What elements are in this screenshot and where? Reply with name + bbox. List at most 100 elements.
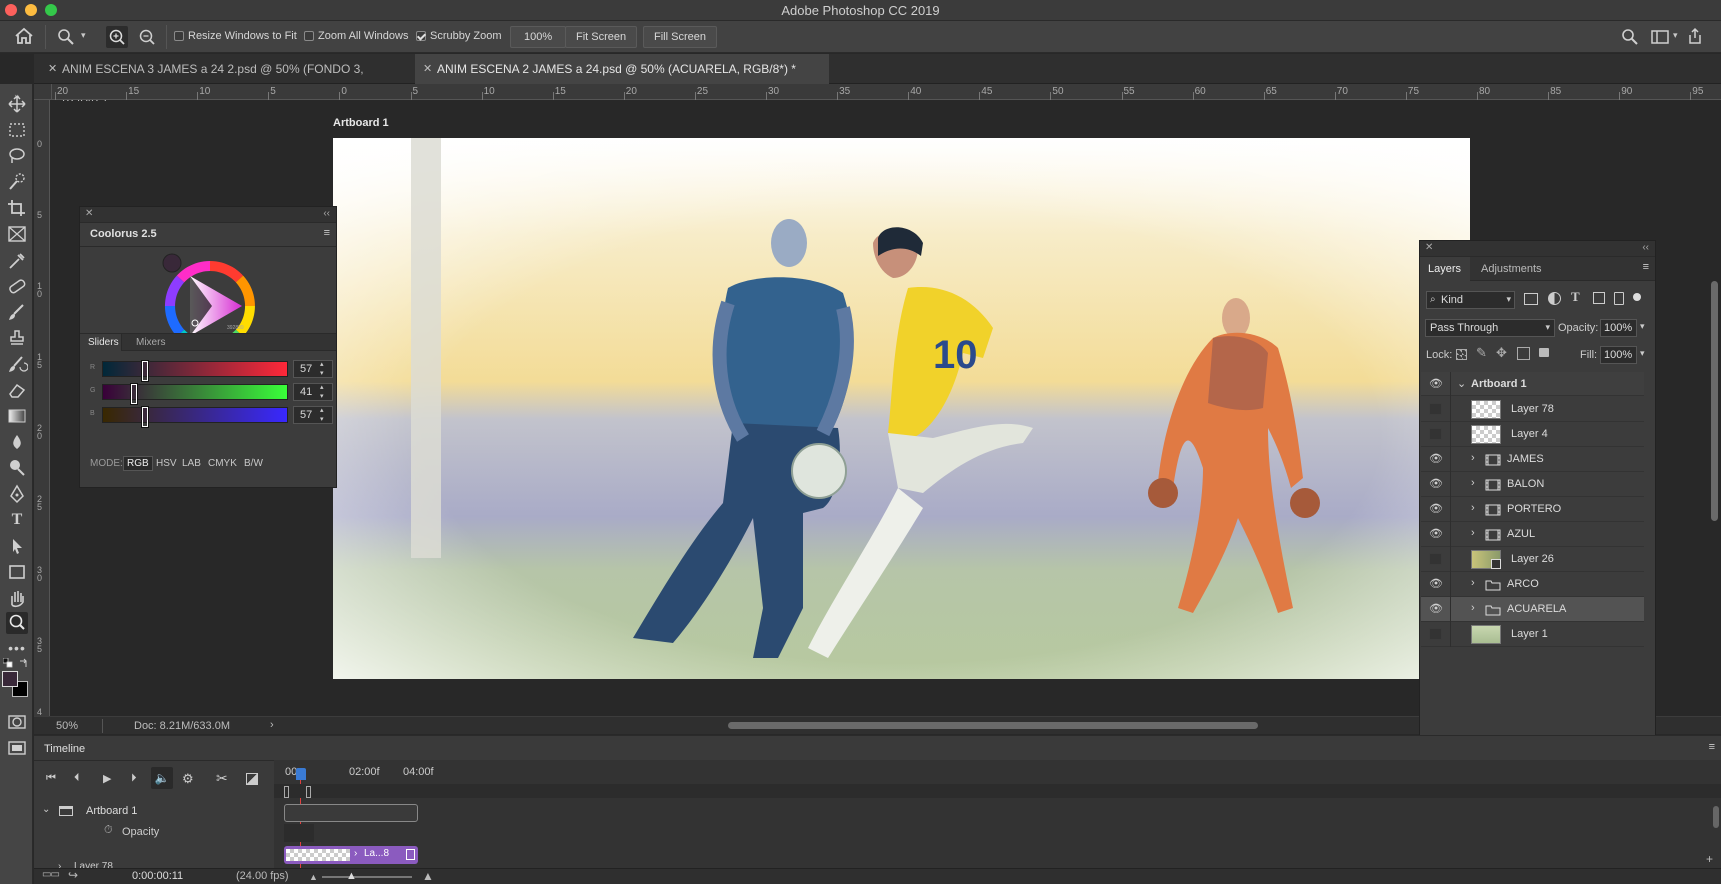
layer-row[interactable]: 👁 › PORTERO — [1421, 497, 1644, 522]
expand-chevron-icon[interactable]: › — [1471, 477, 1475, 489]
expand-chevron-icon[interactable]: › — [1471, 527, 1475, 539]
timeline-zoom-thumb[interactable]: ▲ — [346, 870, 357, 882]
mode-hsv-button[interactable]: HSV — [156, 458, 177, 469]
close-window-button[interactable] — [5, 4, 17, 16]
chevron-down-icon[interactable]: ▾ — [81, 30, 86, 41]
opacity-input[interactable]: 100% — [1600, 319, 1637, 337]
tab-adjustments[interactable]: Adjustments — [1481, 263, 1542, 275]
stopwatch-icon[interactable]: ⏱ — [104, 824, 113, 837]
green-value-input[interactable]: 41 — [293, 383, 333, 401]
green-stepper-icon[interactable]: ▴ ▾ — [320, 383, 324, 401]
frame-tool-icon[interactable] — [6, 224, 28, 244]
tab-document-2[interactable]: ✕ ANIM ESCENA 2 JAMES a 24.psd @ 50% (AC… — [415, 54, 829, 84]
red-slider-thumb[interactable] — [142, 361, 148, 381]
timeline-menu-icon[interactable]: ≡ — [1709, 741, 1715, 753]
search-icon[interactable] — [1621, 28, 1639, 46]
workspace-chevron-icon[interactable]: ▾ — [1673, 30, 1678, 41]
layer-row[interactable]: Layer 78 — [1421, 397, 1644, 422]
blue-slider[interactable] — [102, 407, 288, 427]
rectangle-tool-icon[interactable] — [6, 562, 28, 582]
timeline-zoom-slider[interactable] — [322, 876, 412, 878]
coolorus-panel-header[interactable]: ✕ ‹‹ — [80, 207, 336, 223]
healing-brush-tool-icon[interactable] — [6, 276, 28, 296]
visibility-eye-icon[interactable]: 👁 — [1429, 379, 1443, 390]
foreground-color-swatch[interactable] — [2, 671, 18, 687]
visibility-eye-icon[interactable]: 👁 — [1429, 529, 1443, 540]
lasso-tool-icon[interactable] — [6, 146, 28, 166]
collapse-panel-icon[interactable]: ‹‹ — [1642, 242, 1649, 253]
fit-screen-button[interactable]: Fit Screen — [565, 26, 638, 48]
lock-pixels-icon[interactable]: ✎ — [1476, 345, 1487, 361]
convert-icon[interactable]: ↪ — [68, 868, 78, 882]
expand-chevron-icon[interactable]: › — [1471, 452, 1475, 464]
layer-row-artboard[interactable]: 👁 ⌄ Artboard 1 — [1421, 372, 1644, 397]
red-value-input[interactable]: 57 — [293, 360, 333, 378]
filter-toggle-icon[interactable] — [1633, 293, 1641, 301]
layer-row[interactable]: 👁 › JAMES — [1421, 447, 1644, 472]
fill-screen-button[interactable]: Fill Screen — [643, 26, 717, 48]
fill-input[interactable]: 100% — [1600, 346, 1637, 364]
shape-filter-icon[interactable] — [1593, 292, 1605, 304]
swap-colors-icon[interactable] — [19, 658, 29, 668]
layer-clip[interactable]: › La...8 — [284, 846, 418, 864]
smart-object-filter-icon[interactable] — [1614, 292, 1624, 305]
type-filter-icon[interactable]: T — [1571, 289, 1580, 305]
tab-layers[interactable]: Layers — [1428, 263, 1461, 275]
layer-row[interactable]: 👁 › ARCO — [1421, 572, 1644, 597]
layer-row[interactable]: Layer 26 — [1421, 547, 1644, 572]
zoom-out-icon[interactable] — [136, 26, 158, 48]
marquee-tool-icon[interactable] — [6, 120, 28, 140]
clip-end-marker[interactable] — [406, 849, 415, 860]
expand-chevron-icon[interactable]: ⌄ — [42, 804, 50, 815]
eyedropper-tool-icon[interactable] — [6, 250, 28, 270]
blue-value-input[interactable]: 57 — [293, 406, 333, 424]
artboard-canvas[interactable]: 10 — [333, 138, 1470, 679]
transition-icon[interactable] — [246, 773, 258, 785]
path-selection-tool-icon[interactable] — [6, 536, 28, 556]
opacity-dropdown-icon[interactable]: ▾ — [1640, 321, 1645, 332]
visibility-toggle-empty[interactable] — [1429, 553, 1442, 565]
status-menu-arrow-icon[interactable]: › — [270, 719, 274, 731]
visibility-eye-icon[interactable]: 👁 — [1429, 479, 1443, 490]
timeline-title[interactable]: Timeline — [44, 743, 85, 755]
red-slider[interactable] — [102, 361, 288, 381]
zoom-tool-icon[interactable] — [57, 28, 75, 46]
vertical-scrollbar[interactable] — [1711, 281, 1718, 521]
expand-chevron-icon[interactable]: › — [1471, 502, 1475, 514]
zoom-in-mode-button[interactable] — [106, 26, 128, 48]
layer-row[interactable]: 👁 › BALON — [1421, 472, 1644, 497]
history-brush-tool-icon[interactable] — [6, 354, 28, 374]
brush-tool-icon[interactable] — [6, 302, 28, 322]
blue-slider-thumb[interactable] — [142, 407, 148, 427]
screen-mode-icon[interactable] — [6, 738, 28, 758]
share-icon[interactable] — [1687, 27, 1703, 45]
next-frame-button[interactable]: ⏵ — [131, 772, 137, 785]
layer-row[interactable]: Layer 4 — [1421, 422, 1644, 447]
frame-mode-icon[interactable]: ▭▭ — [42, 869, 60, 880]
split-at-playhead-icon[interactable]: ✂ — [216, 770, 228, 787]
work-area-start-handle[interactable] — [284, 786, 289, 798]
go-to-first-frame-button[interactable]: ⏮ — [46, 772, 56, 785]
work-area-end-handle[interactable] — [306, 786, 311, 798]
home-icon[interactable] — [14, 27, 34, 45]
add-track-icon[interactable]: + — [1706, 852, 1713, 866]
mode-cmyk-button[interactable]: CMYK — [208, 458, 237, 469]
mode-bw-button[interactable]: B/W — [244, 458, 263, 469]
horizontal-scrollbar[interactable] — [728, 722, 1258, 729]
default-colors-icon[interactable] — [3, 658, 13, 668]
close-tab-icon[interactable]: ✕ — [423, 54, 432, 84]
crop-tool-icon[interactable] — [6, 198, 28, 218]
collapse-panel-icon[interactable]: ‹‹ — [323, 208, 330, 219]
zoom-tool-selected[interactable] — [6, 612, 28, 634]
pixel-filter-icon[interactable] — [1524, 293, 1538, 305]
type-tool-icon[interactable]: T — [6, 510, 28, 530]
visibility-eye-icon[interactable]: 👁 — [1429, 504, 1443, 515]
play-button[interactable]: ▶ — [103, 772, 111, 785]
layer-row[interactable]: 👁 › AZUL — [1421, 522, 1644, 547]
layers-panel-header[interactable]: ✕ ‹‹ — [1420, 241, 1655, 257]
playhead-handle[interactable] — [296, 768, 306, 780]
adjustment-filter-icon[interactable] — [1548, 292, 1561, 305]
clip-expand-icon[interactable]: › — [354, 848, 357, 859]
gradient-tool-icon[interactable] — [6, 406, 28, 426]
panel-menu-icon[interactable]: ≡ — [1643, 261, 1649, 273]
